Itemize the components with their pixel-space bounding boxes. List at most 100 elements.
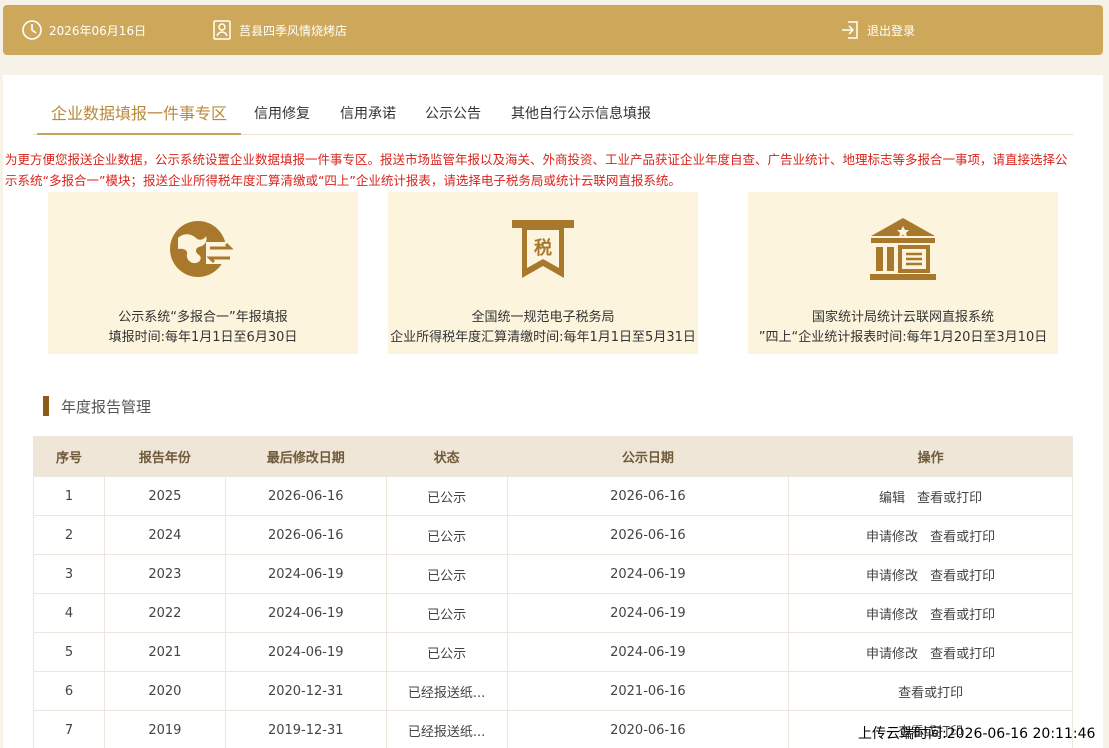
globe-report-icon <box>168 216 238 286</box>
system-subtitle: 企业所得税年度汇算清缴时间:每年1月1日至5月31日 <box>390 330 696 345</box>
table-row: 5 2021 2024-06-19 已公示 2024-06-19 申请修改 查看… <box>33 632 1073 672</box>
cell-no: 7 <box>33 710 105 748</box>
cell-no: 5 <box>33 632 105 672</box>
table-row: 6 2020 2020-12-31 已经报送纸... 2021-06-16 查看… <box>33 671 1073 711</box>
request-modify-link[interactable]: 申请修改 <box>866 647 918 662</box>
header-year: 报告年份 <box>103 436 226 477</box>
store-name: 莒县四季风情烧烤店 <box>239 23 348 38</box>
view-print-link[interactable]: 查看或打印 <box>930 647 995 662</box>
view-print-link[interactable]: 查看或打印 <box>930 530 995 545</box>
cell-public-date: 2026-06-16 <box>506 476 790 516</box>
header-no: 序号 <box>33 436 105 477</box>
cell-status: 已经报送纸... <box>385 671 508 711</box>
view-print-link[interactable]: 查看或打印 <box>898 686 963 701</box>
view-print-link[interactable]: 查看或打印 <box>930 569 995 584</box>
cell-no: 4 <box>33 593 105 633</box>
system-title: 公示系统“多报合一”年报填报 <box>118 310 288 325</box>
cell-no: 1 <box>33 476 105 516</box>
cell-modified: 2024-06-19 <box>224 554 387 594</box>
tax-icon: 税 <box>508 216 578 286</box>
table-header-row: 序号 报告年份 最后修改日期 状态 公示日期 操作 <box>33 436 1073 477</box>
request-modify-link[interactable]: 申请修改 <box>866 530 918 545</box>
system-card-statistics[interactable]: 国家统计局统计云联网直报系统 ”四上“企业统计报表时间:每年1月20日至3月10… <box>748 192 1058 354</box>
cell-status: 已公示 <box>385 515 508 555</box>
cell-no: 3 <box>33 554 105 594</box>
tab-credit-commitment[interactable]: 信用承诺 <box>340 99 396 135</box>
tab-credit-repair[interactable]: 信用修复 <box>254 99 310 135</box>
cell-year: 2023 <box>103 554 226 594</box>
table-row: 1 2025 2026-06-16 已公示 2026-06-16 编辑 查看或打… <box>33 476 1073 516</box>
cell-modified: 2024-06-19 <box>224 593 387 633</box>
top-bar: 2026年06月16日 莒县四季风情烧烤店 退出登录 <box>3 5 1103 55</box>
header-status: 状态 <box>385 436 508 477</box>
cell-modified: 2026-06-16 <box>224 515 387 555</box>
person-badge-icon <box>211 19 233 41</box>
cell-year: 2025 <box>103 476 226 516</box>
view-print-link[interactable]: 查看或打印 <box>930 608 995 623</box>
cell-status: 已公示 <box>385 593 508 633</box>
request-modify-link[interactable]: 申请修改 <box>866 569 918 584</box>
annual-report-table: 序号 报告年份 最后修改日期 状态 公示日期 操作 1 2025 2026-06… <box>33 436 1073 748</box>
edit-link[interactable]: 编辑 <box>879 491 905 506</box>
main-card: 企业数据填报一件事专区 信用修复 信用承诺 公示公告 其他自行公示信息填报 为更… <box>3 75 1103 748</box>
cell-actions: 申请修改 查看或打印 <box>788 593 1073 633</box>
cell-year: 2021 <box>103 632 226 672</box>
system-title: 全国统一规范电子税务局 <box>471 310 615 325</box>
logout-button[interactable]: 退出登录 <box>839 5 915 55</box>
notice-text: 为更方便您报送企业数据，公示系统设置企业数据填报一件事专区。报送市场监管年报以及… <box>5 152 1068 188</box>
cell-actions: 申请修改 查看或打印 <box>788 554 1073 594</box>
logout-label: 退出登录 <box>867 23 916 38</box>
system-subtitle: 填报时间:每年1月1日至6月30日 <box>108 330 298 345</box>
cell-actions: 编辑 查看或打印 <box>788 476 1073 516</box>
store-display: 莒县四季风情烧烤店 <box>211 5 347 55</box>
cell-status: 已公示 <box>385 476 508 516</box>
cell-public-date: 2024-06-19 <box>506 593 790 633</box>
system-card-annual-report[interactable]: 公示系统“多报合一”年报填报 填报时间:每年1月1日至6月30日 <box>48 192 358 354</box>
cell-modified: 2026-06-16 <box>224 476 387 516</box>
date-display: 2026年06月16日 <box>21 5 146 55</box>
cell-year: 2020 <box>103 671 226 711</box>
clock-icon <box>21 19 43 41</box>
cell-status: 已公示 <box>385 632 508 672</box>
system-title: 国家统计局统计云联网直报系统 <box>811 310 994 325</box>
logout-icon <box>839 19 861 41</box>
svg-text:税: 税 <box>534 237 552 259</box>
tab-other-disclosure[interactable]: 其他自行公示信息填报 <box>511 99 651 135</box>
cell-public-date: 2024-06-19 <box>506 632 790 672</box>
cell-public-date: 2026-06-16 <box>506 515 790 555</box>
tab-data-filing[interactable]: 企业数据填报一件事专区 <box>37 99 242 135</box>
request-modify-link[interactable]: 申请修改 <box>866 608 918 623</box>
tab-bar: 企业数据填报一件事专区 信用修复 信用承诺 公示公告 其他自行公示信息填报 <box>33 99 1073 135</box>
date-text: 2026年06月16日 <box>49 23 147 38</box>
system-card-tax-bureau[interactable]: 税 全国统一规范电子税务局 企业所得税年度汇算清缴时间:每年1月1日至5月31日 <box>388 192 698 354</box>
cell-public-date: 2020-06-16 <box>506 710 790 748</box>
cell-year: 2022 <box>103 593 226 633</box>
section-title: 年度报告管理 <box>43 395 151 417</box>
cell-modified: 2019-12-31 <box>224 710 387 748</box>
cell-no: 6 <box>33 671 105 711</box>
cell-modified: 2024-06-19 <box>224 632 387 672</box>
tab-announcements[interactable]: 公示公告 <box>425 99 481 135</box>
header-modified: 最后修改日期 <box>224 436 387 477</box>
cell-actions: 申请修改 查看或打印 <box>788 515 1073 555</box>
section-marker <box>43 396 49 416</box>
cell-no: 2 <box>33 515 105 555</box>
government-building-icon <box>868 216 938 286</box>
section-title-text: 年度报告管理 <box>61 397 152 416</box>
table-row: 3 2023 2024-06-19 已公示 2024-06-19 申请修改 查看… <box>33 554 1073 594</box>
cell-public-date: 2021-06-16 <box>506 671 790 711</box>
header-public-date: 公示日期 <box>506 436 790 477</box>
cell-year: 2024 <box>103 515 226 555</box>
header-actions: 操作 <box>788 436 1073 477</box>
system-subtitle: ”四上“企业统计报表时间:每年1月20日至3月10日 <box>758 330 1048 345</box>
cell-status: 已经报送纸... <box>385 710 508 748</box>
cell-actions: 查看或打印 <box>788 671 1073 711</box>
cell-status: 已公示 <box>385 554 508 594</box>
cell-modified: 2020-12-31 <box>224 671 387 711</box>
table-row: 4 2022 2024-06-19 已公示 2024-06-19 申请修改 查看… <box>33 593 1073 633</box>
cell-actions: 申请修改 查看或打印 <box>788 632 1073 672</box>
view-print-link[interactable]: 查看或打印 <box>917 491 982 506</box>
table-row: 2 2024 2026-06-16 已公示 2026-06-16 申请修改 查看… <box>33 515 1073 555</box>
cell-year: 2019 <box>103 710 226 748</box>
cell-public-date: 2024-06-19 <box>506 554 790 594</box>
